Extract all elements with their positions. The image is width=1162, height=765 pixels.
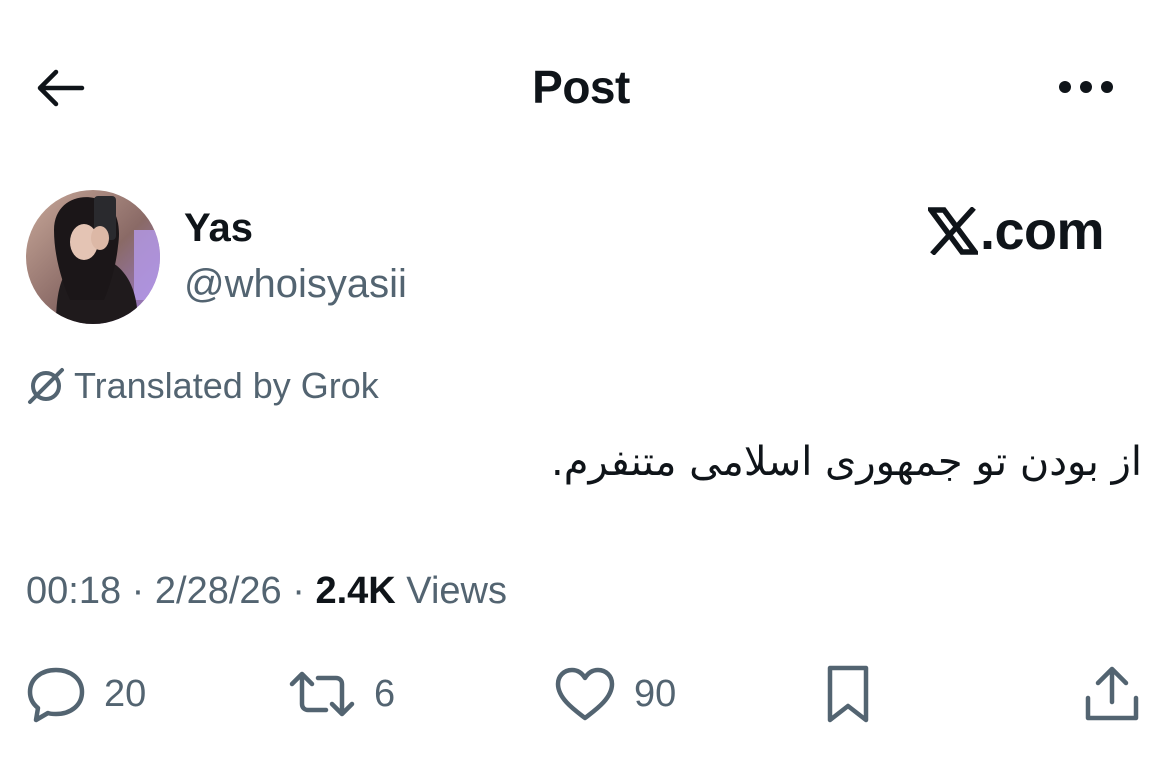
views-label: Views — [395, 570, 507, 612]
post-date[interactable]: 2/28/26 — [155, 570, 282, 612]
post-meta: 00:18 · 2/28/26 · 2.4K Views — [26, 570, 507, 613]
avatar[interactable] — [26, 190, 160, 324]
x-logo-icon — [928, 207, 978, 255]
page-title: Post — [532, 61, 630, 113]
x-com-watermark: .com — [928, 200, 1105, 262]
post-time[interactable]: 00:18 — [26, 570, 121, 612]
translated-label: Translated by Grok — [74, 365, 379, 406]
reply-button[interactable]: 20 — [26, 662, 146, 726]
more-button[interactable] — [1050, 62, 1122, 112]
reply-icon — [26, 664, 86, 724]
meta-separator: · — [121, 570, 155, 612]
repost-button[interactable]: 6 — [288, 662, 395, 726]
like-count: 90 — [634, 672, 677, 715]
share-icon — [1082, 664, 1142, 724]
display-name[interactable]: Yas — [184, 206, 253, 251]
repost-icon — [288, 668, 356, 720]
repost-count: 6 — [374, 672, 396, 715]
post-text: از بودن تو جمهوری اسلامی متنفرم. — [551, 439, 1142, 485]
views-count: 2.4K — [315, 570, 396, 612]
grok-icon — [26, 366, 74, 406]
more-horizontal-icon — [1058, 80, 1114, 94]
share-button[interactable] — [1082, 662, 1142, 726]
reply-count: 20 — [104, 672, 147, 715]
heart-icon — [554, 666, 616, 722]
translated-by-grok[interactable]: Translated by Grok — [26, 364, 379, 408]
bookmark-button[interactable] — [822, 662, 874, 726]
bookmark-icon — [822, 664, 874, 724]
meta-separator: · — [281, 570, 316, 612]
like-button[interactable]: 90 — [554, 662, 676, 726]
user-handle[interactable]: @whoisyasii — [184, 262, 407, 307]
watermark-text: .com — [980, 201, 1105, 261]
post-page: Post Yas @whoisyasii .com Translated by … — [0, 0, 1162, 765]
